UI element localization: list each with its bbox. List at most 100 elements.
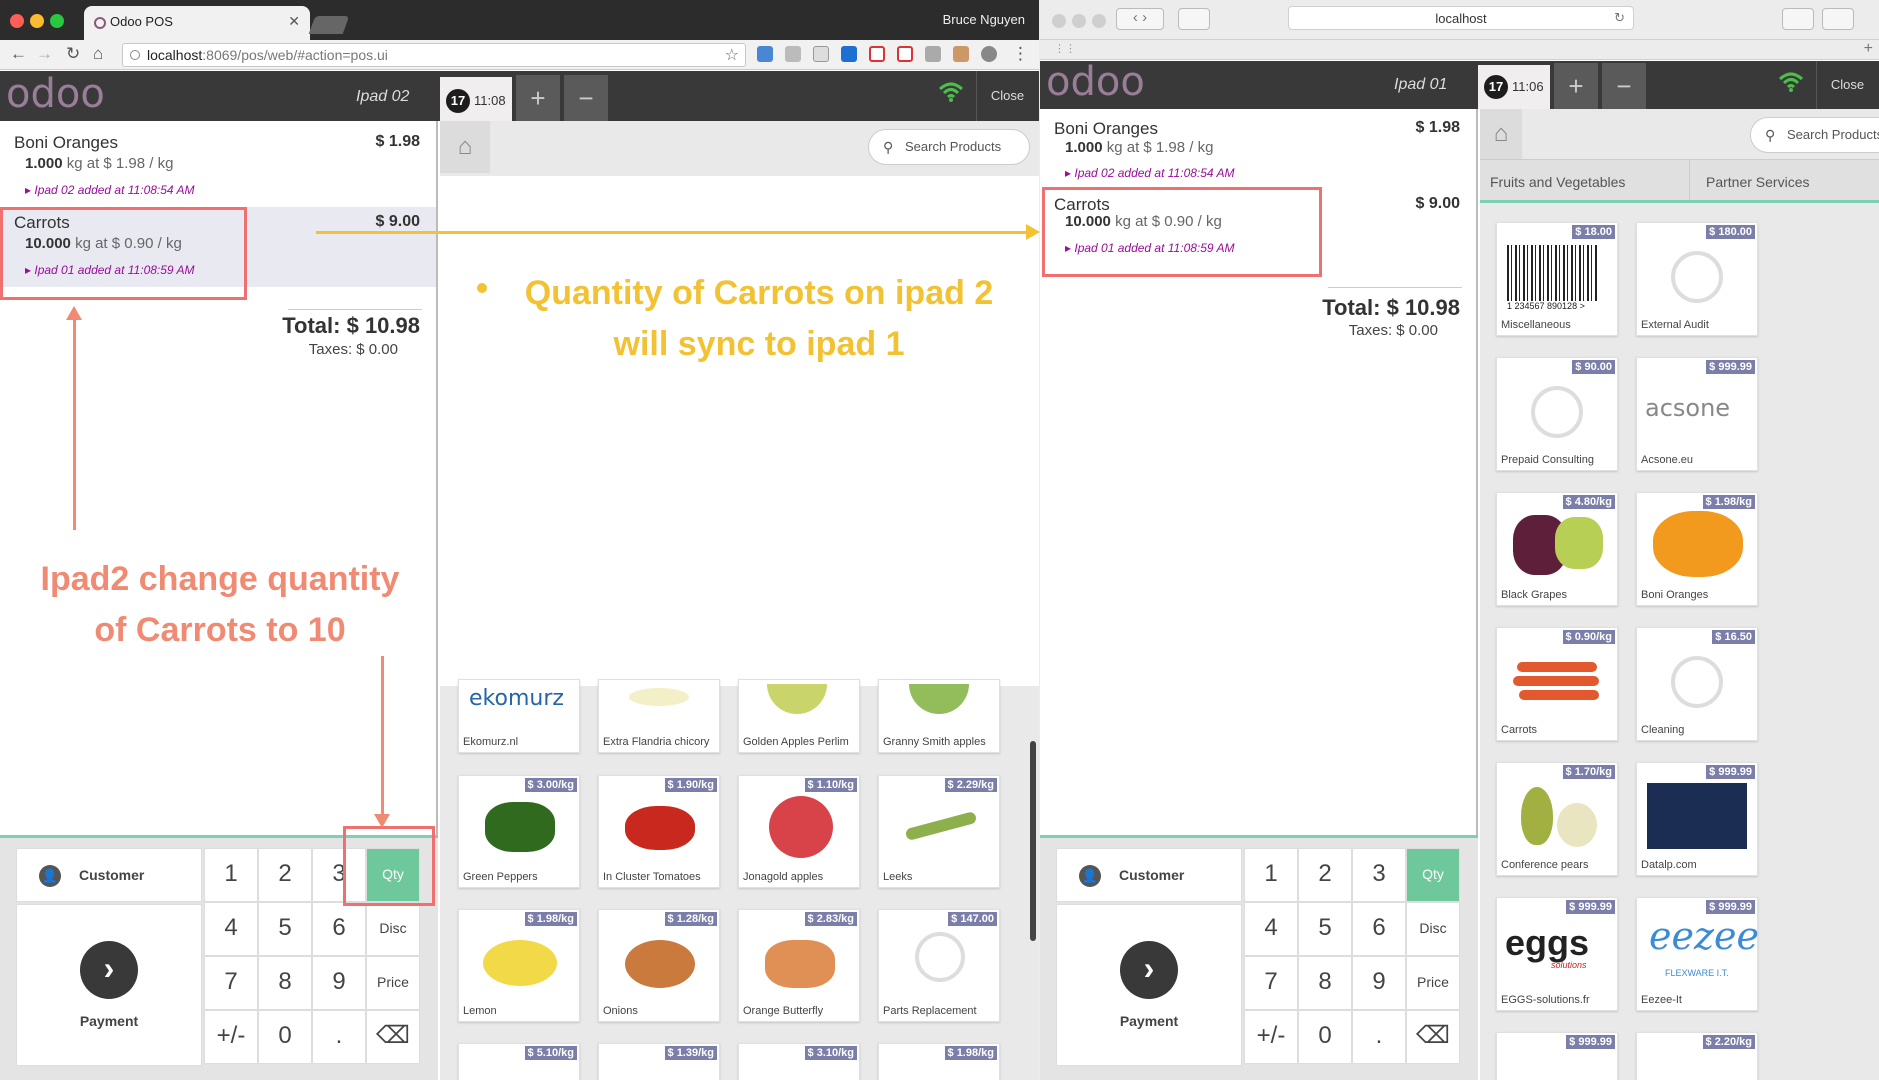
product-card[interactable]: $ 1.10/kg Jonagold apples [738,775,860,888]
numpad-plus-minus[interactable]: +/- [1244,1010,1298,1064]
numpad-8[interactable]: 8 [1298,956,1352,1010]
numpad-7[interactable]: 7 [1244,956,1298,1010]
customer-button[interactable]: 👤 Customer [1056,848,1242,902]
product-card[interactable]: $ 999.99 Datalp.com [1636,762,1758,876]
numpad-5[interactable]: 5 [258,902,312,956]
order-tab-17[interactable]: 17 11:06 [1478,65,1550,109]
product-card[interactable]: $ 2.83/kg Orange Butterfly [738,909,860,1022]
close-window-icon[interactable] [1052,14,1066,28]
product-card[interactable]: $ 1.90/kg In Cluster Tomatoes [598,775,720,888]
new-tab-button[interactable] [308,16,350,34]
payment-button[interactable]: › Payment [1056,904,1242,1066]
numpad-1[interactable]: 1 [204,848,258,902]
back-icon[interactable]: ← [10,44,27,64]
product-card[interactable]: $ 3.10/kg [738,1043,860,1080]
customer-button[interactable]: 👤 Customer [16,848,202,902]
numpad-2[interactable]: 2 [1298,848,1352,902]
product-card[interactable]: Golden Apples Perlim [738,679,860,753]
product-card[interactable]: $ 2.20/kg [1636,1032,1758,1080]
numpad-6[interactable]: 6 [312,902,366,956]
product-card[interactable]: $ 999.99 eezee FLEXWARE I.T. Eezee-It [1636,897,1759,1011]
numpad-0[interactable]: 0 [258,1010,312,1064]
order-line-boni-oranges[interactable]: Boni Oranges $ 1.98 1.000 kg at $ 1.98 /… [1040,109,1476,185]
home-category-icon[interactable]: ⌂ [440,121,490,173]
product-card[interactable]: $ 1.70/kg Conference pears [1496,762,1618,876]
numpad-4[interactable]: 4 [1244,902,1298,956]
reload-icon[interactable]: ↻ [66,44,80,64]
product-card[interactable]: $ 3.00/kg Green Peppers [458,775,580,888]
product-card[interactable]: $ 180.00 External Audit [1636,222,1758,336]
numpad-backspace-icon[interactable]: ⌫ [366,1010,420,1064]
forward-icon[interactable]: → [36,44,53,64]
numpad-2[interactable]: 2 [258,848,312,902]
font-extension-icon[interactable] [785,46,801,62]
numpad-qty[interactable]: Qty [1406,848,1460,902]
search-products-input[interactable]: ⚲ Search Products [868,129,1030,165]
product-card[interactable]: $ 999.99 acsone Acsone.eu [1636,357,1758,471]
gmail-checker-icon[interactable] [897,46,913,62]
search-products-input[interactable]: ⚲ Search Products [1750,117,1879,153]
react-extension-icon[interactable] [981,46,997,62]
category-fruits-vegetables[interactable]: Fruits and Vegetables [1480,160,1690,200]
grid-icon[interactable]: ⋮⋮ [1054,42,1076,55]
page-extension-icon[interactable] [813,46,829,62]
new-tab-icon[interactable]: + [1864,40,1873,58]
close-pos-button[interactable]: Close [976,71,1038,121]
tabs-overview-icon[interactable] [1822,8,1854,30]
delete-order-button[interactable]: − [1602,63,1646,109]
numpad-8[interactable]: 8 [258,956,312,1010]
product-card[interactable]: $ 1.28/kg Onions [598,909,720,1022]
product-scrollbar[interactable] [1030,741,1036,941]
home-category-icon[interactable]: ⌂ [1480,109,1522,159]
numpad-plus-minus[interactable]: +/- [204,1010,258,1064]
sidebar-toggle-icon[interactable] [1178,8,1210,30]
product-card[interactable]: $ 1.98/kg Boni Oranges [1636,492,1758,606]
numpad-3[interactable]: 3 [1352,848,1406,902]
product-card[interactable]: Granny Smith apples [878,679,1000,753]
numpad-price[interactable]: Price [1406,956,1460,1010]
numpad-backspace-icon[interactable]: ⌫ [1406,1010,1460,1064]
numpad-dot[interactable]: . [312,1010,366,1064]
maximize-window-icon[interactable] [50,14,64,28]
check-extension-icon[interactable] [925,46,941,62]
product-card[interactable]: $ 5.10/kg [458,1043,580,1080]
gmail-extension-icon[interactable] [869,46,885,62]
category-partner-services[interactable]: Partner Services [1690,160,1879,200]
chrome-profile-name[interactable]: Bruce Nguyen [943,12,1025,27]
chrome-menu-icon[interactable]: ⋮ [1012,44,1029,64]
numpad-price[interactable]: Price [366,956,420,1010]
maximize-window-icon[interactable] [1092,14,1106,28]
product-card[interactable]: ekomurz Ekomurz.nl [458,679,580,753]
home-icon[interactable]: ⌂ [93,44,103,64]
product-card[interactable]: $ 18.00 1 234567 890128 > Miscellaneous [1496,222,1618,336]
numpad-5[interactable]: 5 [1298,902,1352,956]
product-card[interactable]: $ 1.98/kg [878,1043,1000,1080]
new-order-button[interactable]: + [516,75,560,121]
numpad-disc[interactable]: Disc [366,902,420,956]
product-card[interactable]: $ 4.80/kg Black Grapes [1496,492,1618,606]
numpad-4[interactable]: 4 [204,902,258,956]
product-card[interactable]: $ 999.99 eggs solutions EGGS-solutions.f… [1496,897,1618,1011]
product-card[interactable]: $ 16.50 Cleaning [1636,627,1758,741]
back-forward-buttons[interactable]: ‹ › [1116,8,1164,30]
numpad-1[interactable]: 1 [1244,848,1298,902]
delete-order-button[interactable]: − [564,75,608,121]
address-bar[interactable]: localhost:8069/pos/web/#action=pos.ui ☆ [122,43,746,67]
numpad-7[interactable]: 7 [204,956,258,1010]
product-card[interactable]: Extra Flandria chicory [598,679,720,753]
minimize-window-icon[interactable] [30,14,44,28]
payment-button[interactable]: › Payment [16,904,202,1066]
browser-tab-odoo-pos[interactable]: Odoo POS ✕ [84,6,310,40]
product-card[interactable]: $ 1.98/kg Lemon [458,909,580,1022]
numpad-disc[interactable]: Disc [1406,902,1460,956]
product-card[interactable]: $ 147.00 Parts Replacement [878,909,1000,1022]
bookmark-star-icon[interactable]: ☆ [725,45,739,65]
translate-extension-icon[interactable] [757,46,773,62]
tab-close-icon[interactable]: ✕ [288,13,300,30]
product-card[interactable]: $ 999.99 [1496,1032,1618,1080]
share-icon[interactable] [1782,8,1814,30]
order-tab-17[interactable]: 17 11:08 [440,77,512,121]
product-card[interactable]: $ 1.39/kg [598,1043,720,1080]
close-pos-button[interactable]: Close [1816,61,1878,109]
numpad-0[interactable]: 0 [1298,1010,1352,1064]
